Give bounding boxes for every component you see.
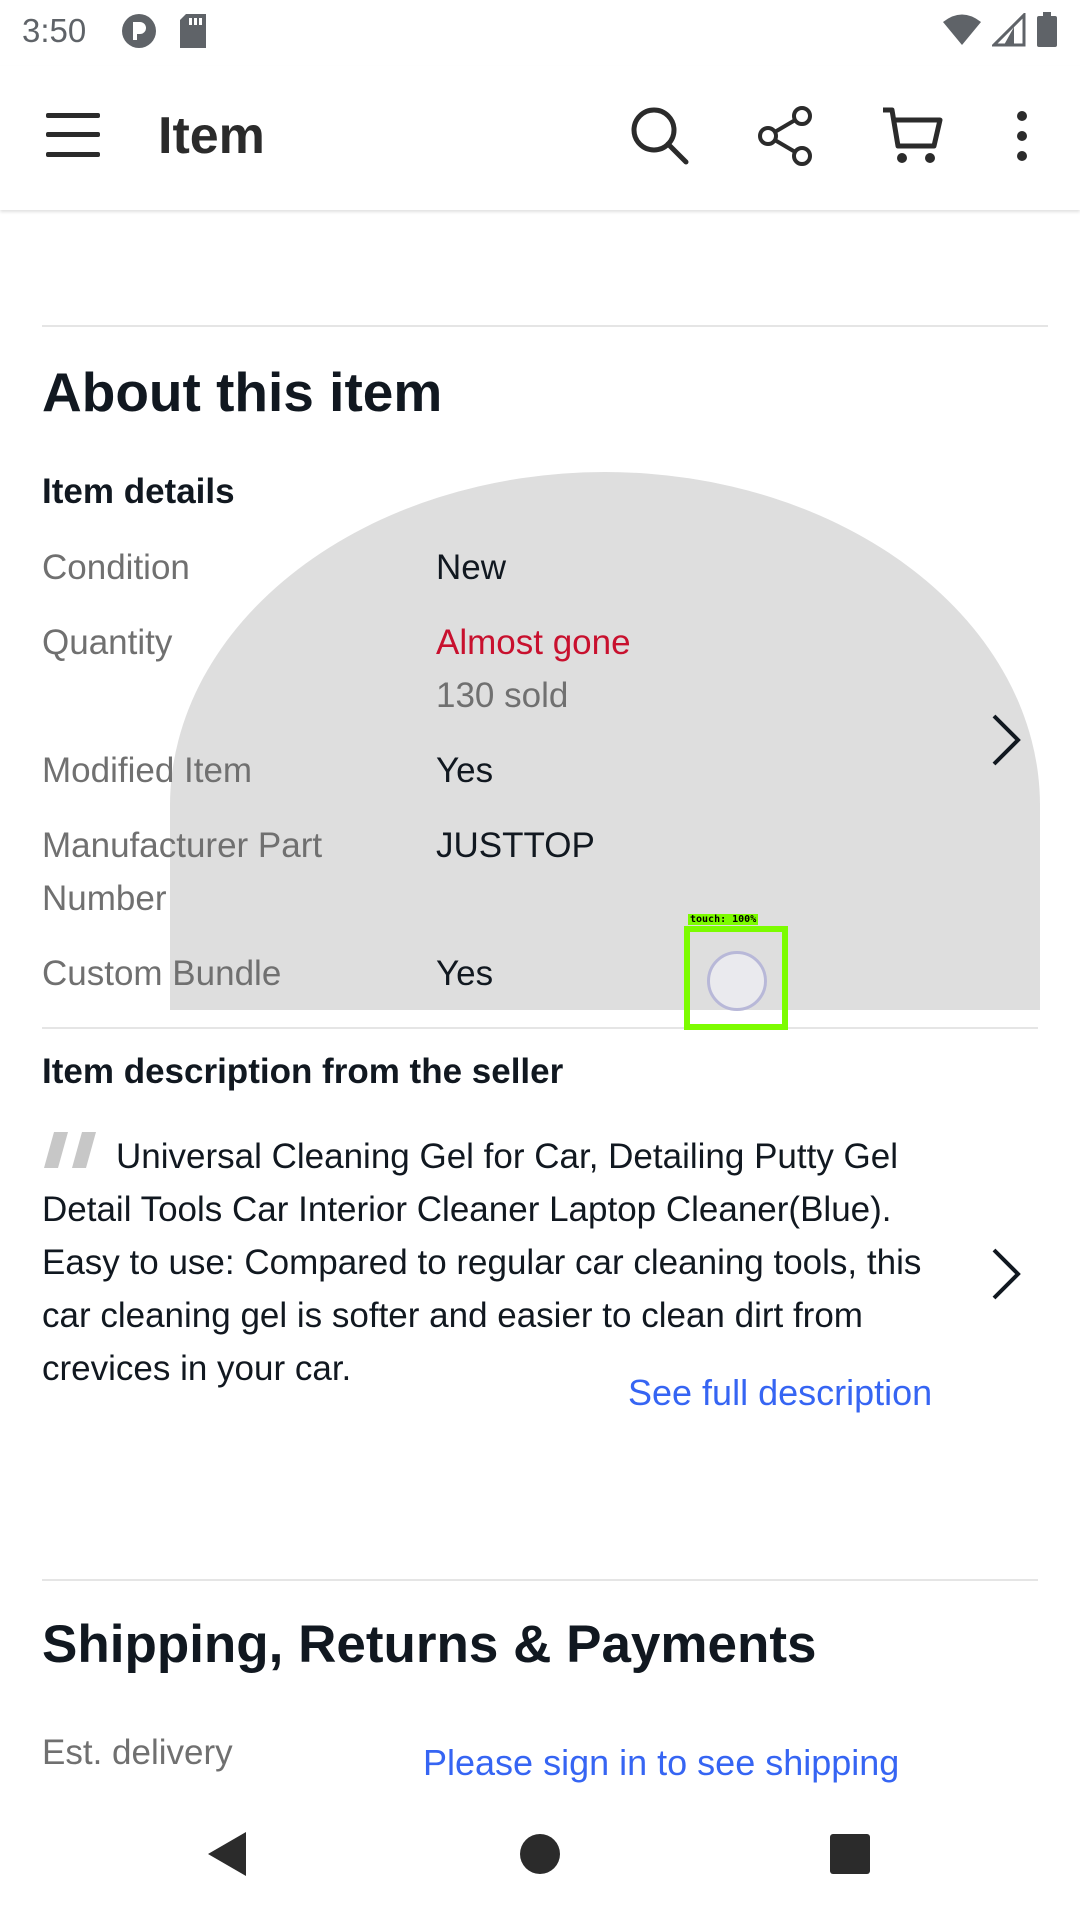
detail-label: Custom Bundle: [42, 954, 282, 993]
detail-value: New: [436, 548, 507, 587]
section-divider: [42, 1579, 1038, 1581]
signal-icon: [992, 13, 1026, 47]
quantity-status: Almost gone: [436, 623, 631, 662]
back-button[interactable]: [190, 1818, 262, 1890]
about-heading: About this item: [42, 361, 443, 423]
section-divider: [42, 325, 1048, 327]
detail-label: Manufacturer Part Number: [42, 826, 323, 918]
more-vert-icon: [1017, 111, 1027, 161]
home-button[interactable]: [504, 1818, 576, 1890]
wifi-icon: [943, 14, 981, 45]
share-button[interactable]: [754, 104, 818, 168]
share-icon: [758, 106, 812, 166]
item-content[interactable]: About this item Item details Condition N…: [0, 210, 1080, 1788]
status-icons-right: [942, 12, 1058, 48]
cart-icon: [883, 107, 943, 163]
detail-label: Quantity: [42, 623, 173, 662]
cart-button[interactable]: [880, 104, 944, 168]
description-heading: Item description from the seller: [42, 1052, 564, 1091]
status-icons-left: [120, 12, 208, 50]
description-text: Universal Cleaning Gel for Car, Detailin…: [42, 1130, 972, 1395]
menu-icon: [46, 113, 100, 157]
detail-label: Modified Item: [42, 751, 253, 790]
touch-indicator-label: touch: 100%: [688, 914, 759, 925]
shipping-heading: Shipping, Returns & Payments: [42, 1615, 817, 1674]
sign-in-shipping-link[interactable]: Please sign in to see shipping details t…: [423, 1736, 983, 1788]
status-bar: 3:50: [0, 0, 1080, 66]
page-title: Item: [158, 107, 265, 165]
item-details-heading: Item details: [42, 472, 235, 511]
sd-card-icon: [180, 14, 206, 48]
description-body: Universal Cleaning Gel for Car, Detailin…: [42, 1137, 922, 1388]
chevron-right-icon: [992, 1248, 1021, 1300]
detail-value: Yes: [436, 751, 494, 790]
detail-value: Yes: [436, 954, 494, 993]
touch-point: [707, 951, 767, 1011]
section-divider: [42, 1027, 1038, 1029]
more-options-button[interactable]: [1000, 104, 1044, 168]
recents-button[interactable]: [814, 1818, 886, 1890]
est-delivery-label: Est. delivery: [42, 1733, 233, 1772]
search-icon: [631, 107, 689, 165]
system-nav-bar: [0, 1788, 1080, 1920]
app-bar: Item: [0, 66, 1080, 210]
chevron-right-icon: [992, 714, 1021, 766]
search-button[interactable]: [628, 104, 692, 168]
recents-icon: [830, 1834, 870, 1874]
detail-label: Condition: [42, 548, 190, 587]
menu-button[interactable]: [44, 110, 102, 165]
home-icon: [520, 1834, 560, 1874]
data-saver-icon: [122, 14, 156, 48]
detail-value: JUSTTOP: [436, 826, 595, 865]
back-icon: [208, 1832, 246, 1876]
quote-icon: [44, 1132, 96, 1168]
status-time: 3:50: [22, 12, 87, 49]
battery-icon: [1037, 12, 1057, 47]
sold-count: 130 sold: [436, 676, 569, 715]
see-full-description-link[interactable]: See full description: [628, 1372, 932, 1414]
